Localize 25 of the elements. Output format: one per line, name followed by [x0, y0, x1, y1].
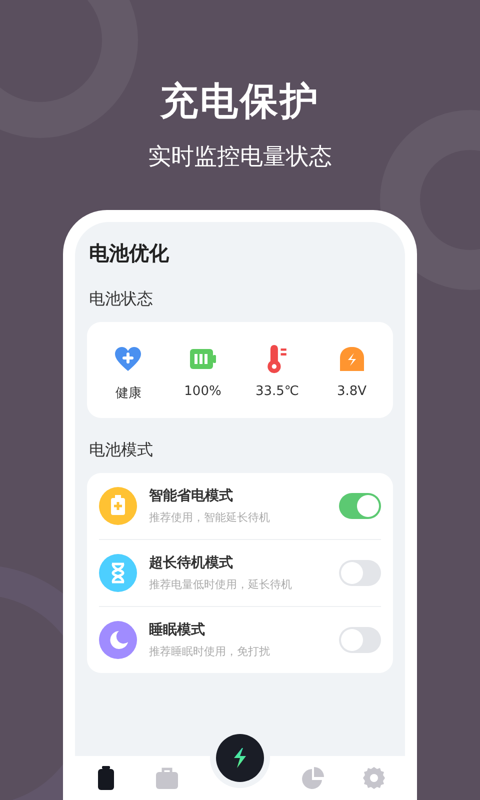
- mode-title: 睡眠模式: [149, 621, 206, 639]
- pie-chart-tab-icon[interactable]: [300, 765, 326, 791]
- subheadline: 实时监控电量状态: [148, 143, 332, 172]
- status-value: 健康: [115, 385, 142, 402]
- mode-title: 超长待机模式: [149, 554, 234, 572]
- charge-icon: [338, 344, 365, 374]
- status-value: 33.5℃: [255, 384, 300, 399]
- headline: 充电保护: [160, 78, 320, 125]
- status-value: 100%: [184, 384, 222, 399]
- mode-title: 智能省电模式: [149, 487, 234, 505]
- toggle-switch[interactable]: [339, 560, 381, 586]
- section-title: 电池状态: [89, 289, 154, 310]
- mode-description: 推荐使用，智能延长待机: [149, 510, 271, 525]
- thermometer-icon: [265, 344, 290, 374]
- mode-description: 推荐电量低时使用，延长待机: [149, 577, 293, 592]
- mode-description: 推荐睡眠时使用，免打扰: [149, 644, 271, 659]
- toggle-switch[interactable]: [339, 627, 381, 653]
- toggle-switch[interactable]: [339, 493, 381, 519]
- settings-icon[interactable]: [361, 765, 388, 791]
- heart-icon: [114, 344, 142, 374]
- screen-title: 电池优化: [89, 240, 170, 267]
- section-title: 电池模式: [89, 440, 154, 461]
- briefcase-tab-icon[interactable]: [154, 765, 180, 791]
- status-value: 3.8V: [336, 384, 367, 399]
- center-button[interactable]: [216, 734, 264, 782]
